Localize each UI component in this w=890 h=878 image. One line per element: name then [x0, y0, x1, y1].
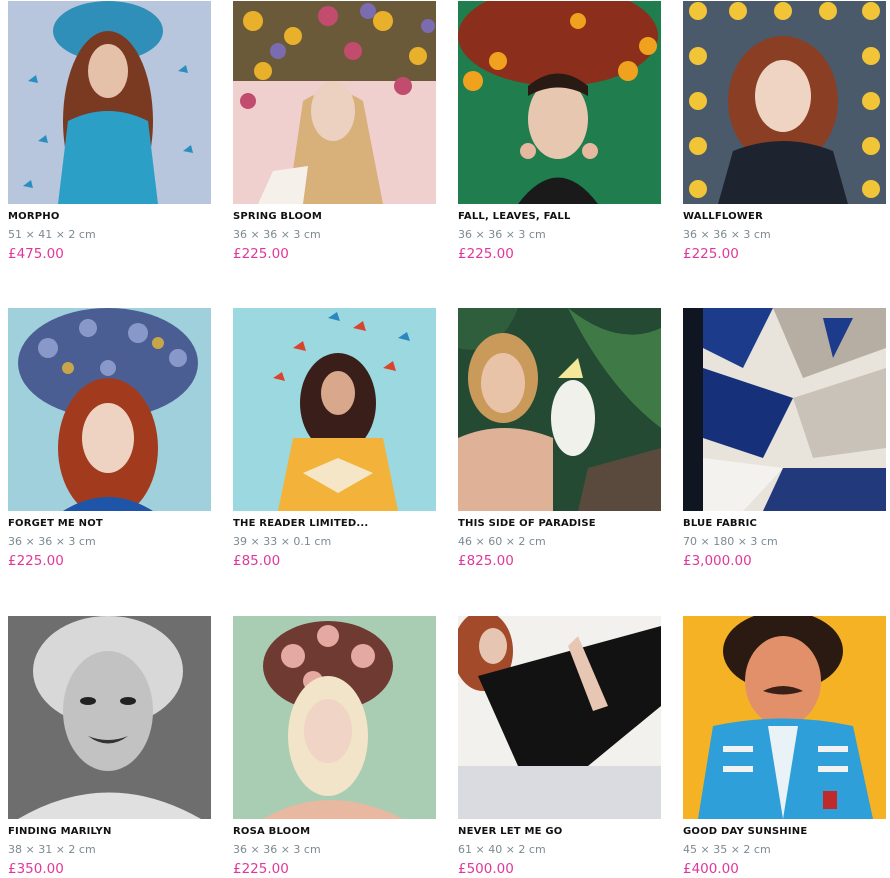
- artwork-title[interactable]: GOOD DAY SUNSHINE: [683, 825, 886, 839]
- artwork-card[interactable]: WALLFLOWER 36 × 36 × 3 cm £225.00: [683, 1, 886, 263]
- artwork-title[interactable]: BLUE FABRIC: [683, 517, 886, 531]
- artwork-dimensions: 36 × 36 × 3 cm: [233, 228, 321, 241]
- artwork-image-blue-fabric[interactable]: [683, 308, 886, 511]
- artwork-dimensions: 51 × 41 × 2 cm: [8, 228, 96, 241]
- artwork-card[interactable]: THIS SIDE OF PARADISE 46 × 60 × 2 cm £82…: [458, 308, 661, 570]
- artwork-image-spring-bloom[interactable]: [233, 1, 436, 204]
- artwork-price: £3,000.00: [683, 553, 752, 569]
- artwork-image-never-let-me-go[interactable]: [458, 616, 661, 819]
- artwork-dimensions: 36 × 36 × 3 cm: [458, 228, 546, 241]
- artwork-dimensions: 39 × 33 × 0.1 cm: [233, 535, 332, 548]
- artwork-price: £85.00: [233, 553, 281, 569]
- artwork-card[interactable]: FORGET ME NOT 36 × 36 × 3 cm £225.00: [8, 308, 211, 570]
- artwork-price: £225.00: [233, 861, 289, 877]
- artwork-title[interactable]: THIS SIDE OF PARADISE: [458, 517, 661, 531]
- artwork-card[interactable]: SPRING BLOOM 36 × 36 × 3 cm £225.00: [233, 1, 436, 263]
- artwork-price: £400.00: [683, 861, 739, 877]
- artwork-dimensions: 38 × 31 × 2 cm: [8, 843, 96, 856]
- artwork-dimensions: 70 × 180 × 3 cm: [683, 535, 778, 548]
- artwork-image-wallflower[interactable]: [683, 1, 886, 204]
- artwork-price: £500.00: [458, 861, 514, 877]
- artwork-title[interactable]: NEVER LET ME GO: [458, 825, 661, 839]
- artwork-title[interactable]: FINDING MARILYN: [8, 825, 211, 839]
- artwork-title[interactable]: SPRING BLOOM: [233, 210, 436, 224]
- artwork-image-forget-me-not[interactable]: [8, 308, 211, 511]
- artwork-dimensions: 36 × 36 × 3 cm: [8, 535, 96, 548]
- artwork-title[interactable]: FORGET ME NOT: [8, 517, 211, 531]
- artwork-price: £475.00: [8, 246, 64, 262]
- artwork-title[interactable]: THE READER LIMITED...: [233, 517, 436, 531]
- artwork-card[interactable]: ROSA BLOOM 36 × 36 × 3 cm £225.00: [233, 616, 436, 878]
- artwork-dimensions: 45 × 35 × 2 cm: [683, 843, 771, 856]
- artwork-title[interactable]: ROSA BLOOM: [233, 825, 436, 839]
- artwork-price: £225.00: [458, 246, 514, 262]
- artwork-price: £825.00: [458, 553, 514, 569]
- artwork-card[interactable]: MORPHO 51 × 41 × 2 cm £475.00: [8, 1, 211, 263]
- artwork-image-morpho[interactable]: [8, 1, 211, 204]
- artwork-price: £225.00: [8, 553, 64, 569]
- artwork-card[interactable]: FALL, LEAVES, FALL 36 × 36 × 3 cm £225.0…: [458, 1, 661, 263]
- artwork-price: £350.00: [8, 861, 64, 877]
- artwork-image-finding-marilyn[interactable]: [8, 616, 211, 819]
- artwork-dimensions: 61 × 40 × 2 cm: [458, 843, 546, 856]
- artwork-dimensions: 36 × 36 × 3 cm: [683, 228, 771, 241]
- artwork-price: £225.00: [233, 246, 289, 262]
- artwork-image-fall-leaves-fall[interactable]: [458, 1, 661, 204]
- artwork-title[interactable]: MORPHO: [8, 210, 211, 224]
- artwork-card[interactable]: BLUE FABRIC 70 × 180 × 3 cm £3,000.00: [683, 308, 886, 570]
- artwork-image-rosa-bloom[interactable]: [233, 616, 436, 819]
- artwork-image-this-side-of-paradise[interactable]: [458, 308, 661, 511]
- artwork-card[interactable]: GOOD DAY SUNSHINE 45 × 35 × 2 cm £400.00: [683, 616, 886, 878]
- artwork-card[interactable]: FINDING MARILYN 38 × 31 × 2 cm £350.00: [8, 616, 211, 878]
- artwork-title[interactable]: FALL, LEAVES, FALL: [458, 210, 661, 224]
- artwork-image-the-reader[interactable]: [233, 308, 436, 511]
- artwork-grid: MORPHO 51 × 41 × 2 cm £475.00 SPRING BLO…: [0, 0, 890, 878]
- artwork-price: £225.00: [683, 246, 739, 262]
- artwork-dimensions: 46 × 60 × 2 cm: [458, 535, 546, 548]
- artwork-title[interactable]: WALLFLOWER: [683, 210, 886, 224]
- artwork-card[interactable]: NEVER LET ME GO 61 × 40 × 2 cm £500.00: [458, 616, 661, 878]
- artwork-image-good-day-sunshine[interactable]: [683, 616, 886, 819]
- artwork-dimensions: 36 × 36 × 3 cm: [233, 843, 321, 856]
- artwork-card[interactable]: THE READER LIMITED... 39 × 33 × 0.1 cm £…: [233, 308, 436, 570]
